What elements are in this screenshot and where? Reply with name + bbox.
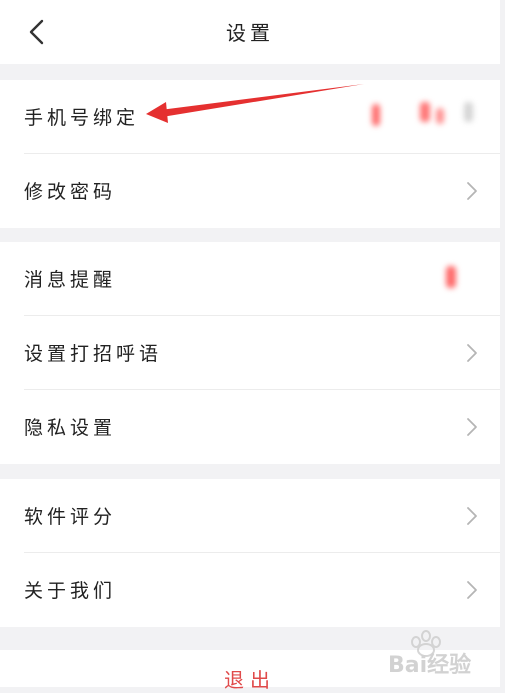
row-label: 消息提醒 [24,269,117,291]
settings-group-messages: 消息提醒 设置打招呼语 隐私设置 [0,242,500,464]
row-label: 修改密码 [24,181,117,203]
row-label: 关于我们 [24,580,117,602]
row-greeting-setting[interactable]: 设置打招呼语 [0,316,500,390]
row-phone-binding[interactable]: 手机号绑定 [0,80,500,154]
watermark-text: Bai经验 [388,652,471,678]
row-label: 软件评分 [24,506,117,528]
watermark-logo: Bai经验 [388,630,471,678]
chevron-right-icon [467,507,477,525]
page-title: 设置 [226,21,274,45]
chevron-right-icon [467,344,477,362]
row-about-us[interactable]: 关于我们 [0,553,500,627]
chevron-right-icon [467,418,477,436]
row-change-password[interactable]: 修改密码 [0,154,500,228]
row-privacy-setting[interactable]: 隐私设置 [0,390,500,464]
top-bar: 设置 [0,0,500,64]
row-label: 手机号绑定 [24,107,140,129]
settings-group-about: 软件评分 关于我们 [0,479,500,627]
row-message-reminder[interactable]: 消息提醒 [0,242,500,316]
settings-group-account: 手机号绑定 修改密码 [0,80,500,228]
row-app-rating[interactable]: 软件评分 [0,479,500,553]
row-label: 隐私设置 [24,417,117,439]
chevron-right-icon [467,182,477,200]
chevron-right-icon [467,581,477,599]
row-label: 设置打招呼语 [24,343,163,365]
